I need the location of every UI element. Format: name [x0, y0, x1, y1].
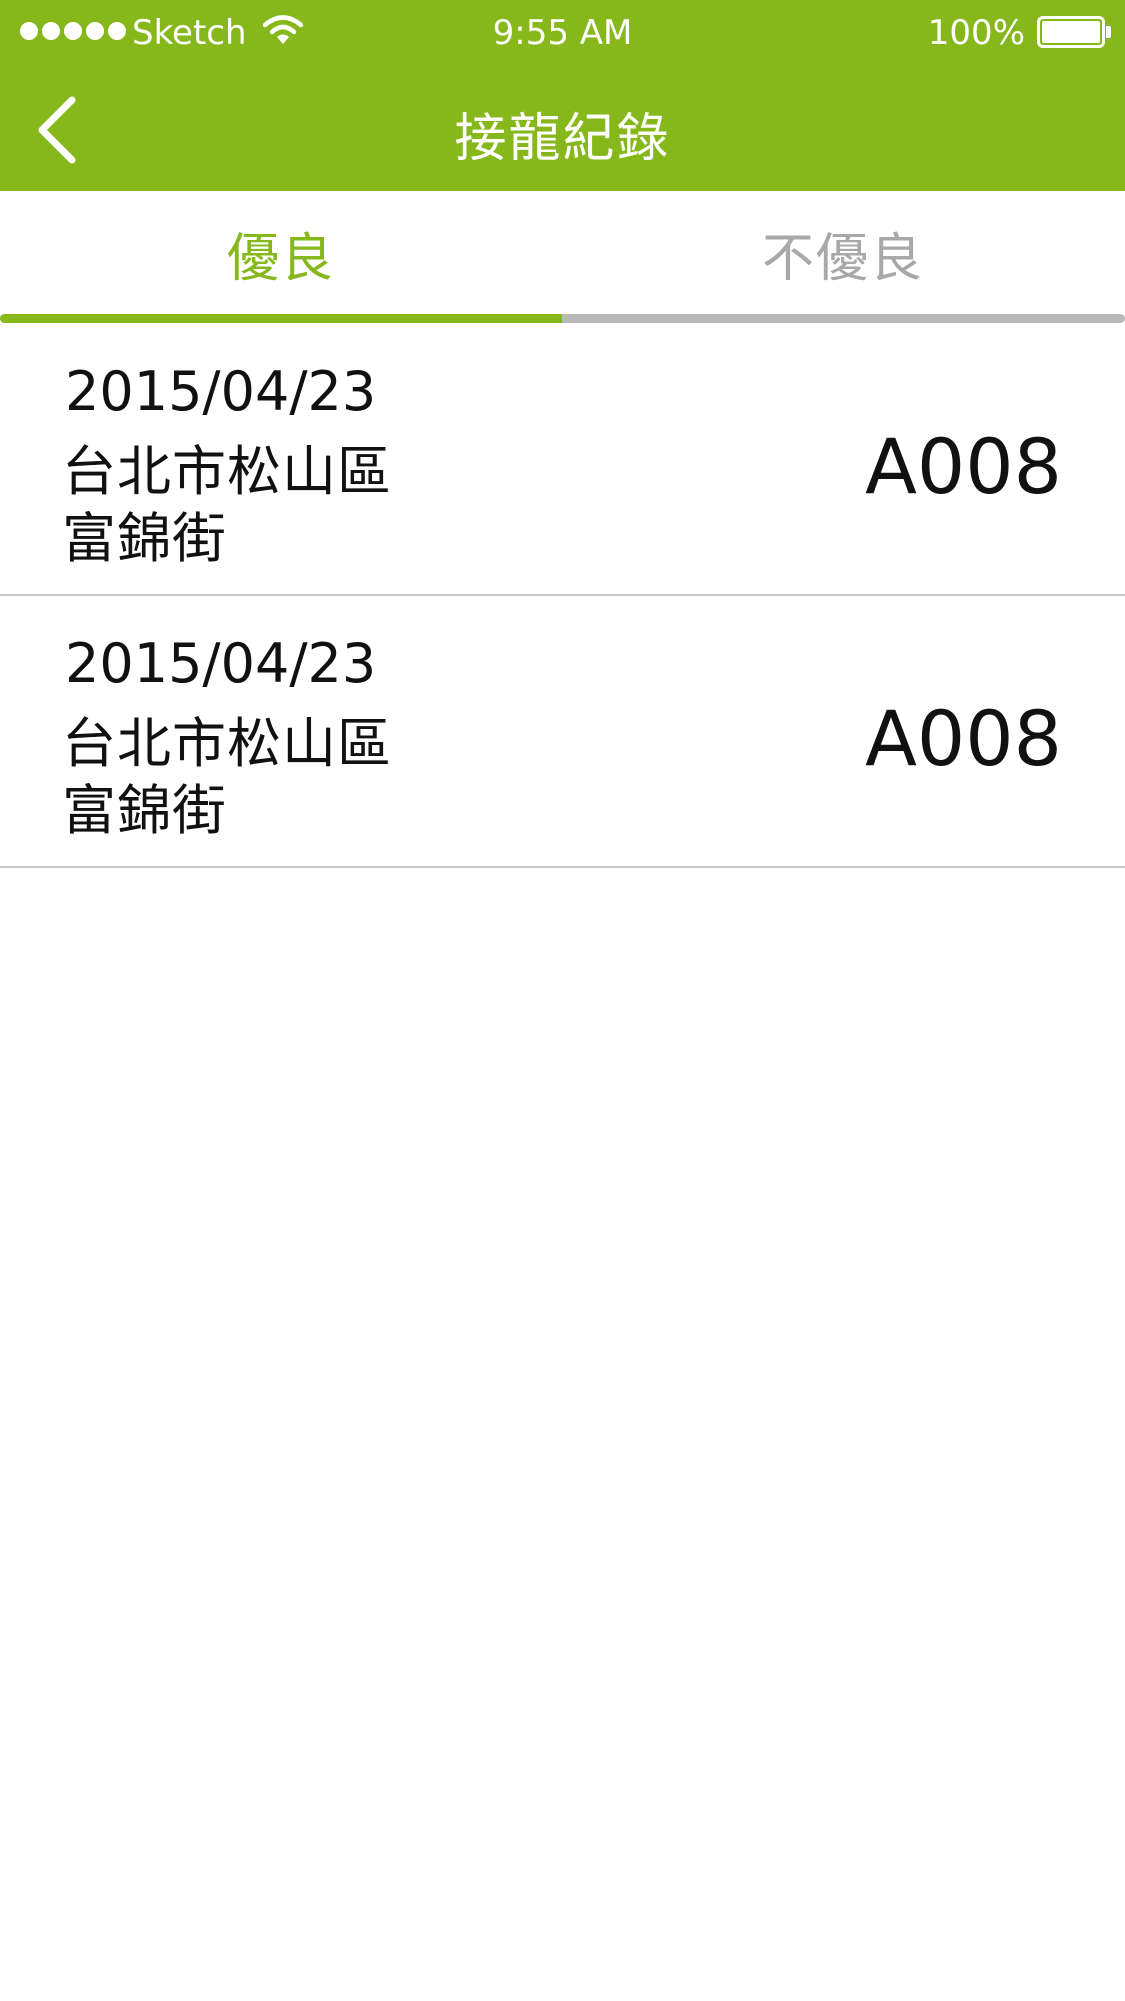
list-item[interactable]: 2015/04/23 台北市松山區 富錦街 A008	[0, 596, 1125, 868]
page-title: 接龍紀錄	[454, 109, 671, 169]
screen: Sketch 9:55 AM 100% 接龍紀錄 優良 不優良 2015/04/…	[0, 0, 1125, 2001]
record-code: A008	[864, 422, 1062, 511]
list-item[interactable]: 2015/04/23 台北市松山區 富錦街 A008	[0, 324, 1125, 596]
battery-icon	[1037, 16, 1111, 48]
status-bar: Sketch 9:55 AM 100%	[0, 0, 1125, 66]
record-date: 2015/04/23	[65, 632, 377, 695]
record-date: 2015/04/23	[65, 360, 377, 423]
battery-percent: 100%	[927, 13, 1025, 53]
record-list: 2015/04/23 台北市松山區 富錦街 A008 2015/04/23 台北…	[0, 324, 1125, 868]
record-street: 富錦街	[62, 507, 227, 570]
record-code: A008	[864, 694, 1062, 783]
record-street: 富錦街	[62, 779, 227, 842]
tab-good[interactable]: 優良	[0, 191, 562, 316]
header: Sketch 9:55 AM 100% 接龍紀錄	[0, 0, 1125, 191]
nav-bar: 接龍紀錄	[0, 66, 1125, 191]
tab-not-good[interactable]: 不優良	[562, 191, 1124, 316]
tab-bar: 優良 不優良	[0, 191, 1125, 324]
tab-indicator	[0, 314, 562, 323]
